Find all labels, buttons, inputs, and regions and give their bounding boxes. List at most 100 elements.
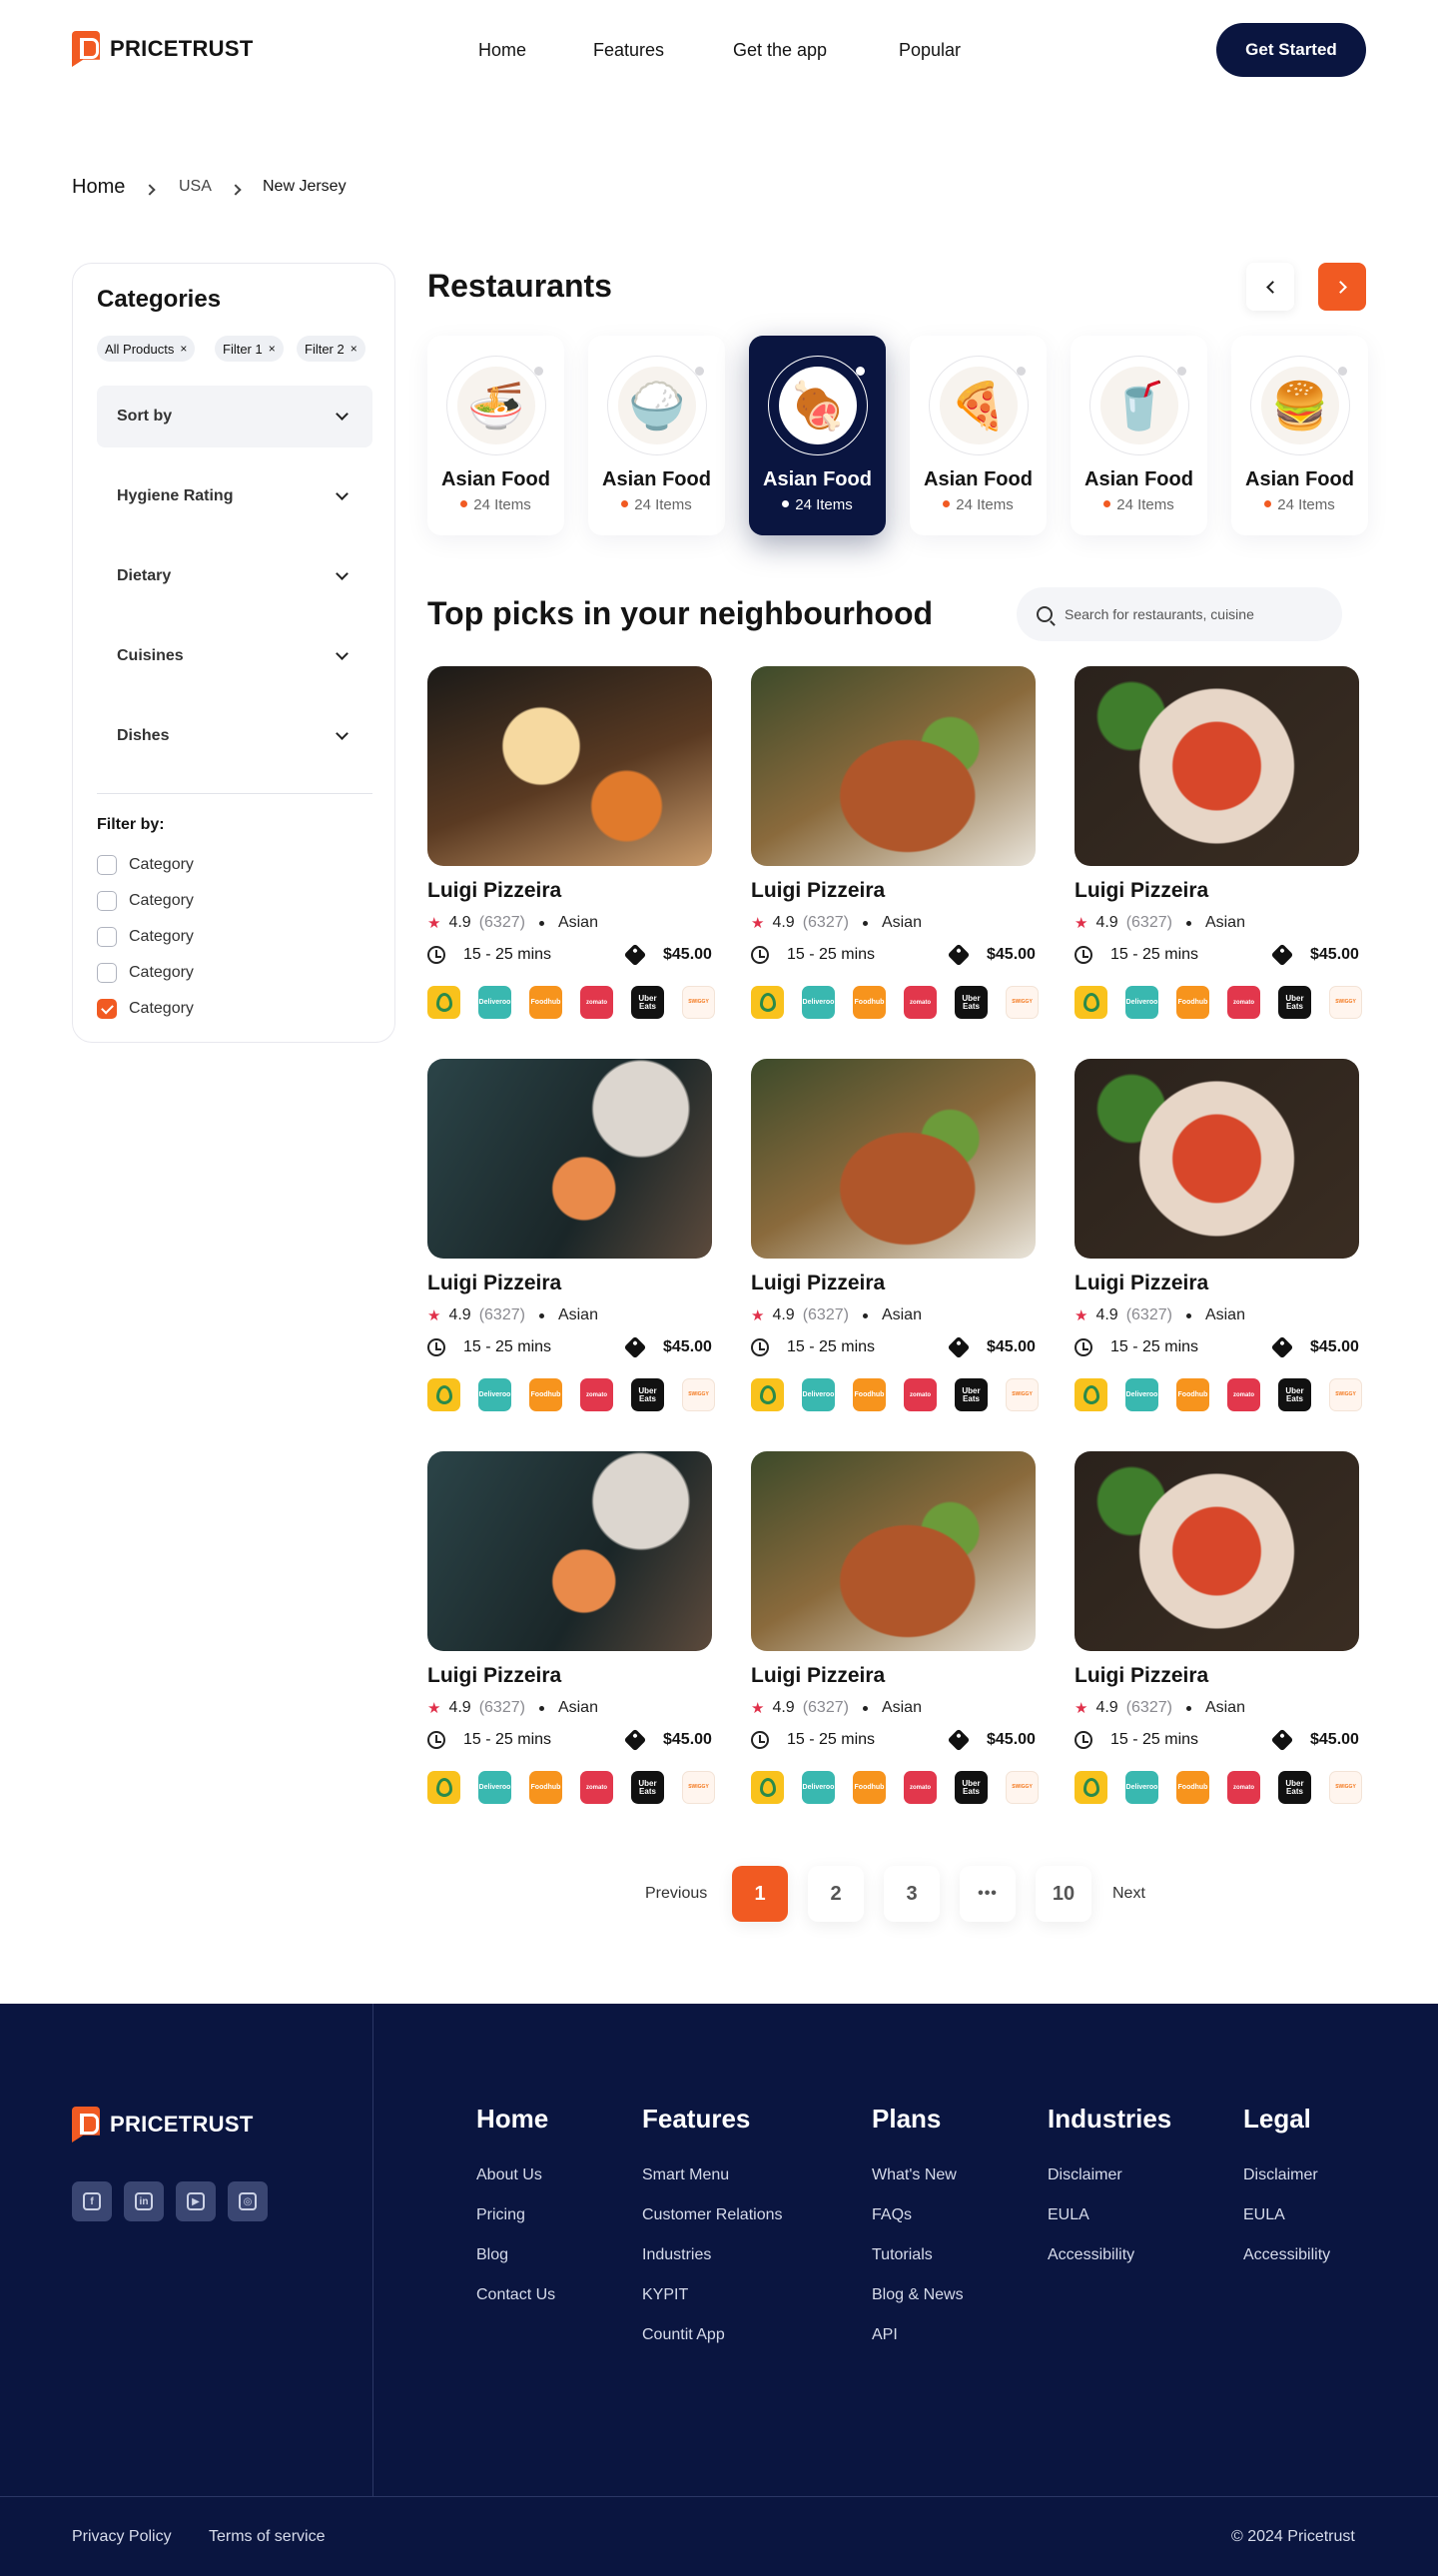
foodhub-app-icon[interactable]: Foodhub bbox=[529, 986, 562, 1019]
uber-eats-app-icon[interactable]: Uber Eats bbox=[1278, 1378, 1311, 1411]
footer-link[interactable]: Pricing bbox=[476, 2206, 525, 2224]
restaurant-name[interactable]: Luigi Pizzeira bbox=[427, 1664, 561, 1688]
foodhub-app-icon[interactable]: Foodhub bbox=[853, 986, 886, 1019]
uber-eats-app-icon[interactable]: Uber Eats bbox=[631, 1378, 664, 1411]
foodhub-app-icon[interactable]: Foodhub bbox=[1176, 986, 1209, 1019]
sort-by-dropdown[interactable]: Sort by bbox=[97, 386, 372, 447]
chip-filter-2[interactable]: Filter 2 × bbox=[297, 336, 365, 362]
footer-link[interactable]: Industries bbox=[642, 2246, 711, 2264]
uber-eats-app-icon[interactable]: Uber Eats bbox=[955, 1771, 988, 1804]
instagram-icon[interactable]: ◎ bbox=[228, 2181, 268, 2221]
restaurant-photo[interactable] bbox=[1075, 1059, 1359, 1259]
restaurant-name[interactable]: Luigi Pizzeira bbox=[1075, 879, 1208, 903]
facebook-icon[interactable]: f bbox=[72, 2181, 112, 2221]
deliveroo-app-icon[interactable]: Deliveroo bbox=[802, 1771, 835, 1804]
previous-button[interactable]: Previous bbox=[645, 1885, 707, 1903]
restaurant-photo[interactable] bbox=[1075, 1451, 1359, 1651]
category-card[interactable]: 🥤 Asian Food 24 Items bbox=[1071, 336, 1207, 535]
category-card[interactable]: 🍚 Asian Food 24 Items bbox=[588, 336, 725, 535]
filter-checkbox-row[interactable]: Category bbox=[97, 999, 194, 1019]
category-card[interactable]: 🍜 Asian Food 24 Items bbox=[427, 336, 564, 535]
footer-link[interactable]: Accessibility bbox=[1243, 2246, 1330, 2264]
glovo-app-icon[interactable] bbox=[751, 1378, 784, 1411]
category-card[interactable]: 🍕 Asian Food 24 Items bbox=[910, 336, 1047, 535]
glovo-app-icon[interactable] bbox=[751, 1771, 784, 1804]
restaurant-photo[interactable] bbox=[751, 666, 1036, 866]
nav-get-the-app[interactable]: Get the app bbox=[733, 40, 827, 61]
checkbox[interactable] bbox=[97, 999, 117, 1019]
checkbox[interactable] bbox=[97, 855, 117, 875]
filter-checkbox-row[interactable]: Category bbox=[97, 855, 194, 875]
deliveroo-app-icon[interactable]: Deliveroo bbox=[802, 986, 835, 1019]
zomato-app-icon[interactable]: zomato bbox=[904, 1771, 937, 1804]
footer-link[interactable]: Accessibility bbox=[1048, 2246, 1134, 2264]
swiggy-app-icon[interactable]: SWIGGY bbox=[1006, 1771, 1039, 1804]
zomato-app-icon[interactable]: zomato bbox=[904, 1378, 937, 1411]
zomato-app-icon[interactable]: zomato bbox=[1227, 1378, 1260, 1411]
glovo-app-icon[interactable] bbox=[751, 986, 784, 1019]
restaurant-card[interactable]: Luigi Pizzeira ★ 4.9 (6327) Asian 15 - 2… bbox=[1075, 1451, 1364, 1831]
footer-link[interactable]: EULA bbox=[1243, 2206, 1285, 2224]
deliveroo-app-icon[interactable]: Deliveroo bbox=[1125, 1771, 1158, 1804]
footer-link[interactable]: What's New bbox=[872, 2166, 957, 2184]
filter-checkbox-row[interactable]: Category bbox=[97, 927, 194, 947]
restaurant-photo[interactable] bbox=[751, 1451, 1036, 1651]
restaurant-photo[interactable] bbox=[1075, 666, 1359, 866]
glovo-app-icon[interactable] bbox=[427, 1378, 460, 1411]
zomato-app-icon[interactable]: zomato bbox=[580, 986, 613, 1019]
restaurant-name[interactable]: Luigi Pizzeira bbox=[751, 879, 885, 903]
page-1-button[interactable]: 1 bbox=[732, 1866, 788, 1922]
glovo-app-icon[interactable] bbox=[427, 1771, 460, 1804]
foodhub-app-icon[interactable]: Foodhub bbox=[529, 1378, 562, 1411]
terms-of-service-link[interactable]: Terms of service bbox=[209, 2528, 325, 2546]
swiggy-app-icon[interactable]: SWIGGY bbox=[682, 1378, 715, 1411]
footer-link[interactable]: API bbox=[872, 2326, 898, 2344]
nav-popular[interactable]: Popular bbox=[899, 40, 961, 61]
deliveroo-app-icon[interactable]: Deliveroo bbox=[478, 1378, 511, 1411]
swiggy-app-icon[interactable]: SWIGGY bbox=[1006, 986, 1039, 1019]
restaurant-name[interactable]: Luigi Pizzeira bbox=[1075, 1272, 1208, 1295]
restaurant-name[interactable]: Luigi Pizzeira bbox=[427, 1272, 561, 1295]
deliveroo-app-icon[interactable]: Deliveroo bbox=[1125, 1378, 1158, 1411]
footer-link[interactable]: EULA bbox=[1048, 2206, 1089, 2224]
carousel-prev-button[interactable] bbox=[1246, 263, 1294, 311]
search-bar[interactable] bbox=[1017, 587, 1342, 641]
foodhub-app-icon[interactable]: Foodhub bbox=[853, 1378, 886, 1411]
footer-link[interactable]: Tutorials bbox=[872, 2246, 933, 2264]
swiggy-app-icon[interactable]: SWIGGY bbox=[1329, 986, 1362, 1019]
uber-eats-app-icon[interactable]: Uber Eats bbox=[631, 986, 664, 1019]
footer-link[interactable]: About Us bbox=[476, 2166, 542, 2184]
breadcrumb-home[interactable]: Home bbox=[72, 176, 125, 199]
hygiene-rating-accordion[interactable]: Hygiene Rating bbox=[97, 465, 372, 527]
foodhub-app-icon[interactable]: Foodhub bbox=[1176, 1378, 1209, 1411]
chip-all-products[interactable]: All Products × bbox=[97, 336, 196, 362]
footer-link[interactable]: Disclaimer bbox=[1243, 2166, 1318, 2184]
uber-eats-app-icon[interactable]: Uber Eats bbox=[1278, 986, 1311, 1019]
uber-eats-app-icon[interactable]: Uber Eats bbox=[955, 986, 988, 1019]
restaurant-card[interactable]: Luigi Pizzeira ★ 4.9 (6327) Asian 15 - 2… bbox=[1075, 1059, 1364, 1438]
swiggy-app-icon[interactable]: SWIGGY bbox=[1006, 1378, 1039, 1411]
close-icon[interactable]: × bbox=[269, 342, 276, 356]
next-button[interactable]: Next bbox=[1112, 1885, 1145, 1903]
carousel-next-button[interactable] bbox=[1318, 263, 1366, 311]
footer-link[interactable]: Disclaimer bbox=[1048, 2166, 1122, 2184]
deliveroo-app-icon[interactable]: Deliveroo bbox=[478, 1771, 511, 1804]
restaurant-photo[interactable] bbox=[427, 1059, 712, 1259]
footer-link[interactable]: KYPIT bbox=[642, 2286, 688, 2304]
restaurant-card[interactable]: Luigi Pizzeira ★ 4.9 (6327) Asian 15 - 2… bbox=[751, 666, 1041, 1046]
restaurant-name[interactable]: Luigi Pizzeira bbox=[751, 1272, 885, 1295]
deliveroo-app-icon[interactable]: Deliveroo bbox=[1125, 986, 1158, 1019]
zomato-app-icon[interactable]: zomato bbox=[904, 986, 937, 1019]
page-2-button[interactable]: 2 bbox=[808, 1866, 864, 1922]
close-icon[interactable]: × bbox=[180, 342, 187, 356]
footer-link[interactable]: Countit App bbox=[642, 2326, 725, 2344]
filter-checkbox-row[interactable]: Category bbox=[97, 963, 194, 983]
nav-home[interactable]: Home bbox=[478, 40, 526, 61]
restaurant-card[interactable]: Luigi Pizzeira ★ 4.9 (6327) Asian 15 - 2… bbox=[751, 1059, 1041, 1438]
category-card[interactable]: 🍔 Asian Food 24 Items bbox=[1231, 336, 1368, 535]
privacy-policy-link[interactable]: Privacy Policy bbox=[72, 2528, 172, 2546]
restaurant-name[interactable]: Luigi Pizzeira bbox=[751, 1664, 885, 1688]
deliveroo-app-icon[interactable]: Deliveroo bbox=[478, 986, 511, 1019]
glovo-app-icon[interactable] bbox=[1075, 1771, 1107, 1804]
breadcrumb-usa[interactable]: USA bbox=[179, 178, 212, 196]
